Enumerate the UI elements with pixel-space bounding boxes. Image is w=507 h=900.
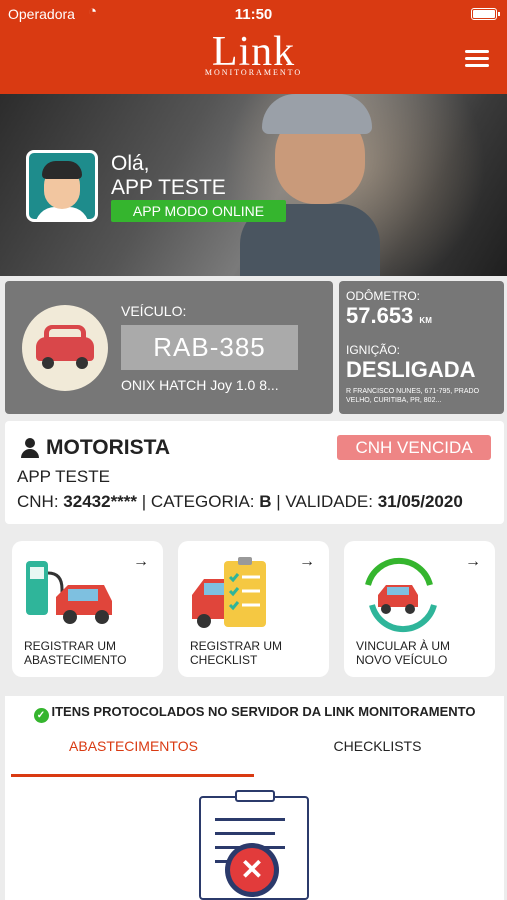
odometer-unit: KM xyxy=(419,316,432,325)
category-value: B xyxy=(259,492,272,511)
odometer-card: ODÔMETRO: 57.653 KM IGNIÇÃO: DESLIGADA R… xyxy=(339,281,504,414)
ignition-label: IGNIÇÃO: xyxy=(346,343,401,357)
hamburger-menu-icon[interactable] xyxy=(465,50,489,68)
active-tab-indicator xyxy=(11,774,254,777)
driver-card: MOTORISTA CNH VENCIDA APP TESTE CNH: 324… xyxy=(5,421,504,524)
protocol-header: ✓ ITENS PROTOCOLADOS NO SERVIDOR DA LINK … xyxy=(5,704,504,723)
hero-banner: Olá, APP TESTE APP MODO ONLINE xyxy=(0,94,507,276)
arrow-right-icon: → xyxy=(299,553,315,570)
category-label: CATEGORIA: xyxy=(150,492,255,511)
user-name: APP TESTE xyxy=(111,176,226,199)
driver-title-text: MOTORISTA xyxy=(46,436,171,459)
greeting-hello: Olá, xyxy=(111,152,150,175)
driver-name: APP TESTE xyxy=(17,467,110,486)
logo-subtitle: MONITORAMENTO xyxy=(204,68,303,77)
driver-details: CNH: 32432**** | CATEGORIA: B | VALIDADE… xyxy=(17,492,463,511)
fuel-pump-icon xyxy=(26,561,112,624)
register-checklist-card[interactable]: → REGISTRAR UM CHECKLIST xyxy=(178,541,329,677)
app-header: Operadora ◔ 11:50 Link MONITORAMENTO xyxy=(0,0,507,94)
status-bar: Operadora ◔ 11:50 xyxy=(0,0,507,28)
hero-photo-cap xyxy=(262,94,372,134)
ignition-value: DESLIGADA xyxy=(346,357,476,382)
battery-icon xyxy=(471,8,500,20)
online-mode-badge: APP MODO ONLINE xyxy=(111,200,286,222)
cnh-value: 32432**** xyxy=(63,492,138,511)
avatar[interactable] xyxy=(26,150,98,222)
cnh-label: CNH: xyxy=(17,492,59,511)
vehicle-plate: RAB-385 xyxy=(121,325,298,370)
vehicle-address: R FRANCISCO NUNES, 671-795, PRADO VELHO,… xyxy=(346,388,480,404)
driver-title: MOTORISTA xyxy=(20,436,170,460)
register-fuel-label: REGISTRAR UM ABASTECIMENTO xyxy=(24,639,127,665)
person-icon xyxy=(20,438,40,458)
no-items-icon: ✕ xyxy=(225,843,279,897)
odometer-value-wrap: 57.653 KM xyxy=(346,303,432,329)
tab-abastecimentos[interactable]: ABASTECIMENTOS xyxy=(11,738,256,754)
register-fuel-card[interactable]: → REGISTRAR UM ABASTECIMENTO xyxy=(12,541,163,677)
link-vehicle-label: VINCULAR À UM NOVO VEÍCULO xyxy=(356,639,451,665)
app-logo: Link MONITORAMENTO xyxy=(0,30,507,77)
validity-value: 31/05/2020 xyxy=(377,492,463,511)
link-vehicle-icon xyxy=(365,557,437,633)
protocol-section: ✓ ITENS PROTOCOLADOS NO SERVIDOR DA LINK … xyxy=(5,696,504,900)
arrow-right-icon: → xyxy=(465,553,481,570)
cnh-status-badge: CNH VENCIDA xyxy=(337,435,491,460)
validity-label: VALIDADE: xyxy=(285,492,373,511)
odometer-label: ODÔMETRO: xyxy=(346,289,420,303)
odometer-value: 57.653 xyxy=(346,303,414,328)
vehicle-label: VEÍCULO: xyxy=(121,303,187,319)
status-time: 11:50 xyxy=(234,6,273,23)
car-icon xyxy=(22,305,108,391)
arrow-right-icon: → xyxy=(133,553,149,570)
register-checklist-label: REGISTRAR UM CHECKLIST xyxy=(190,639,283,665)
checklist-icon xyxy=(192,557,266,628)
link-vehicle-card[interactable]: → VINCULAR À UM NOVO VEÍCULO xyxy=(344,541,495,677)
protocol-header-text: ITENS PROTOCOLADOS NO SERVIDOR DA LINK M… xyxy=(51,704,476,719)
greeting: Olá, APP TESTE xyxy=(111,152,226,200)
check-circle-icon: ✓ xyxy=(33,708,49,723)
vehicle-card[interactable]: VEÍCULO: RAB-385 ONIX HATCH Joy 1.0 8... xyxy=(5,281,333,414)
vehicle-model: ONIX HATCH Joy 1.0 8... xyxy=(121,377,279,393)
tab-checklists[interactable]: CHECKLISTS xyxy=(255,738,500,754)
